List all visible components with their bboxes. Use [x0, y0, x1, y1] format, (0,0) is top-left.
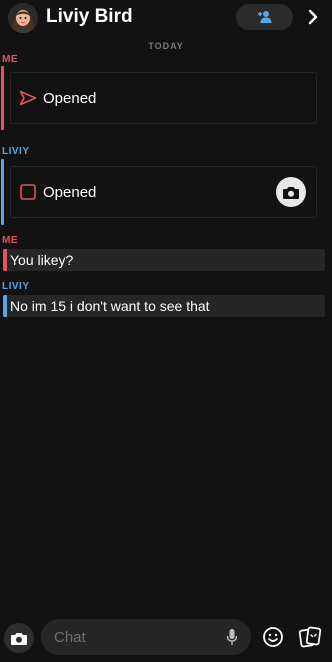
microphone-button[interactable] — [224, 627, 240, 647]
text-message[interactable]: No im 15 i don't want to see that — [3, 295, 325, 317]
message-text: No im 15 i don't want to see that — [10, 298, 210, 314]
chevron-right-icon — [308, 9, 318, 25]
message-text: You likey? — [10, 252, 74, 268]
camera-reply-button[interactable] — [276, 177, 306, 207]
sender-bar — [3, 249, 7, 271]
date-divider: TODAY — [148, 41, 184, 51]
sent-arrow-icon — [19, 89, 37, 107]
sender-bar — [1, 159, 4, 225]
sender-label: LIVIY — [2, 146, 30, 157]
snap-message[interactable]: Opened — [10, 72, 317, 124]
camera-button[interactable] — [4, 623, 34, 653]
sticker-icon — [298, 626, 322, 648]
smiley-icon — [263, 627, 283, 647]
microphone-icon — [226, 629, 238, 645]
snap-status: Opened — [43, 89, 97, 107]
bitmoji-avatar[interactable] — [8, 3, 38, 33]
chat-header: Liviy Bird — [0, 0, 332, 36]
chevron-right-button[interactable] — [303, 6, 323, 28]
emoji-button[interactable] — [262, 626, 284, 648]
camera-icon — [11, 632, 27, 645]
sender-bar — [3, 295, 7, 317]
chat-input[interactable] — [41, 619, 251, 655]
sticker-button[interactable] — [298, 625, 322, 649]
chat-title[interactable]: Liviy Bird — [46, 6, 133, 28]
chat-screen: Liviy Bird TODAY ME Opened LIVIY Opened … — [0, 0, 332, 662]
add-friend-icon — [257, 11, 271, 23]
sender-label: LIVIY — [2, 281, 30, 292]
composer-bar — [0, 614, 332, 662]
snap-status: Opened — [43, 183, 97, 201]
avatar-icon — [8, 3, 38, 33]
sender-label: ME — [2, 54, 18, 65]
text-message[interactable]: You likey? — [3, 249, 325, 271]
sender-label: ME — [2, 235, 18, 246]
received-square-icon — [19, 183, 37, 201]
camera-reply-icon — [283, 186, 299, 199]
sender-bar — [1, 66, 4, 130]
add-friend-button[interactable] — [236, 4, 293, 30]
snap-message[interactable]: Opened — [10, 166, 317, 218]
